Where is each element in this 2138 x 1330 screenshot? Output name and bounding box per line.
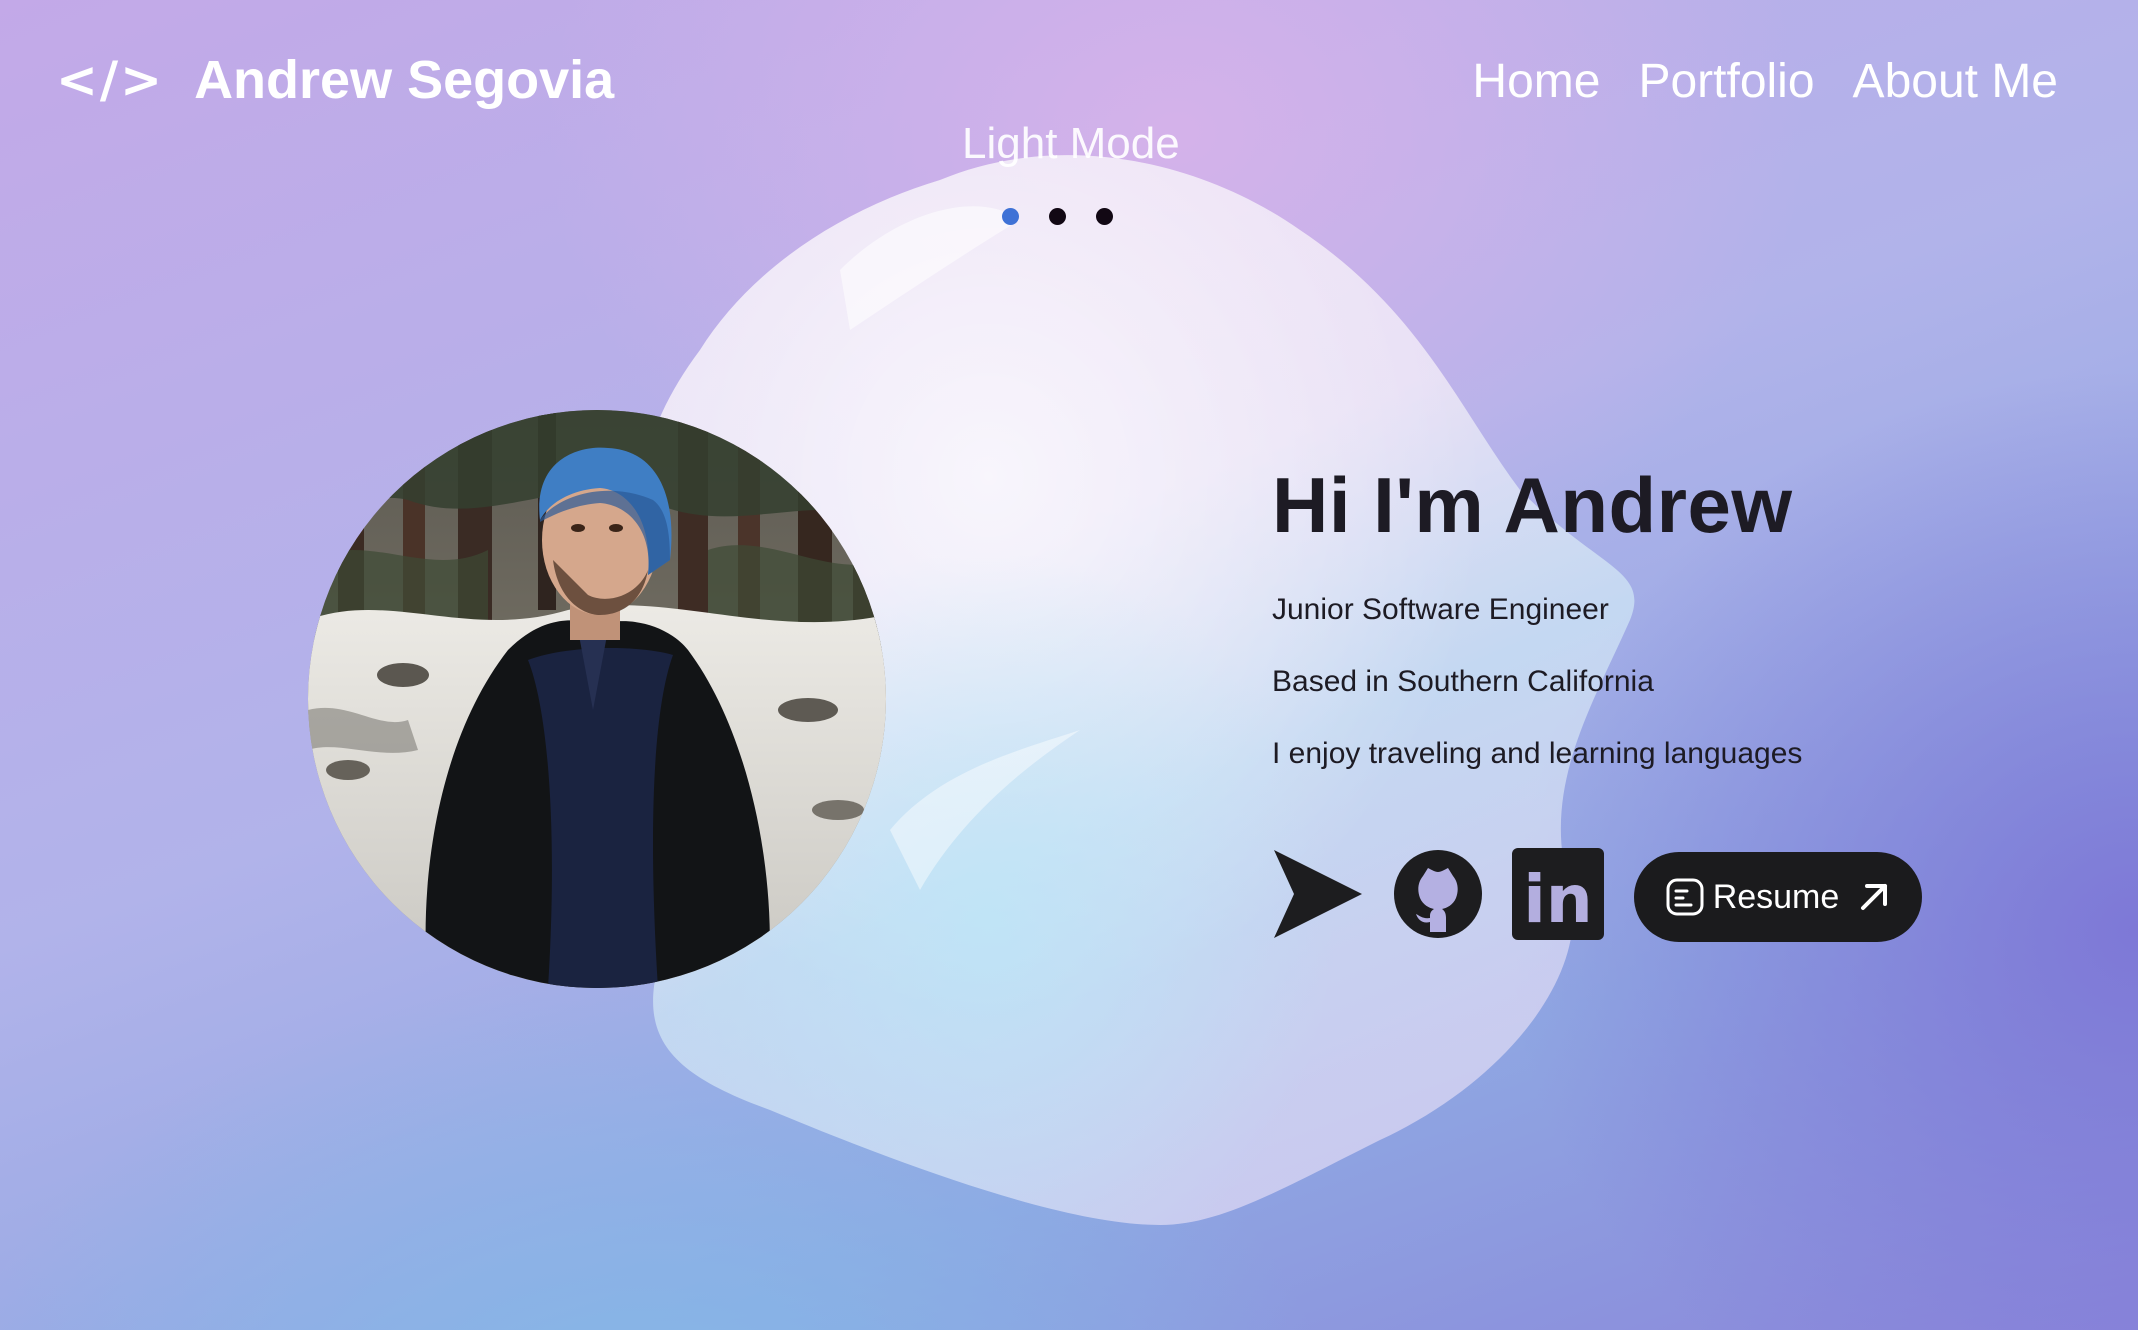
linkedin-icon[interactable]: in — [1512, 848, 1604, 945]
intro-section: Hi I'm Andrew Junior Software Engineer B… — [1272, 455, 1802, 770]
intro-hobbies: I enjoy traveling and learning languages — [1272, 737, 1803, 770]
theme-option-dot[interactable] — [1049, 208, 1066, 225]
site-name: Andrew Segovia — [194, 50, 615, 110]
nav-portfolio[interactable]: Portfolio — [1638, 52, 1814, 112]
resume-label: Resume — [1712, 877, 1840, 916]
site-header: </> Andrew Segovia Home Portfolio About … — [0, 0, 2138, 225]
theme-mode-toggle[interactable]: Light Mode — [962, 116, 1180, 172]
resume-button[interactable]: Resume — [1634, 851, 1922, 942]
main-nav: Home Portfolio About Me — [1472, 52, 2058, 112]
linkedin-letters: in — [1523, 861, 1593, 938]
social-links: in Resume — [1272, 848, 1922, 945]
site-logo[interactable]: </> Andrew Segovia — [56, 50, 614, 110]
nav-about-me[interactable]: About Me — [1853, 52, 2058, 112]
code-icon: </> — [56, 51, 165, 109]
theme-option-dot[interactable] — [1002, 208, 1019, 225]
theme-option-dot[interactable] — [1096, 208, 1113, 225]
github-icon[interactable] — [1392, 848, 1484, 945]
profile-photo — [308, 410, 886, 988]
send-icon[interactable] — [1272, 848, 1364, 945]
nav-home[interactable]: Home — [1472, 52, 1600, 112]
intro-location: Based in Southern California — [1272, 665, 1654, 698]
intro-title: Junior Software Engineer — [1272, 593, 1609, 626]
arrow-up-right-icon — [1861, 883, 1888, 910]
greeting-heading: Hi I'm Andrew — [1272, 461, 1793, 549]
theme-selector — [1002, 208, 1113, 225]
document-icon — [1666, 878, 1704, 915]
